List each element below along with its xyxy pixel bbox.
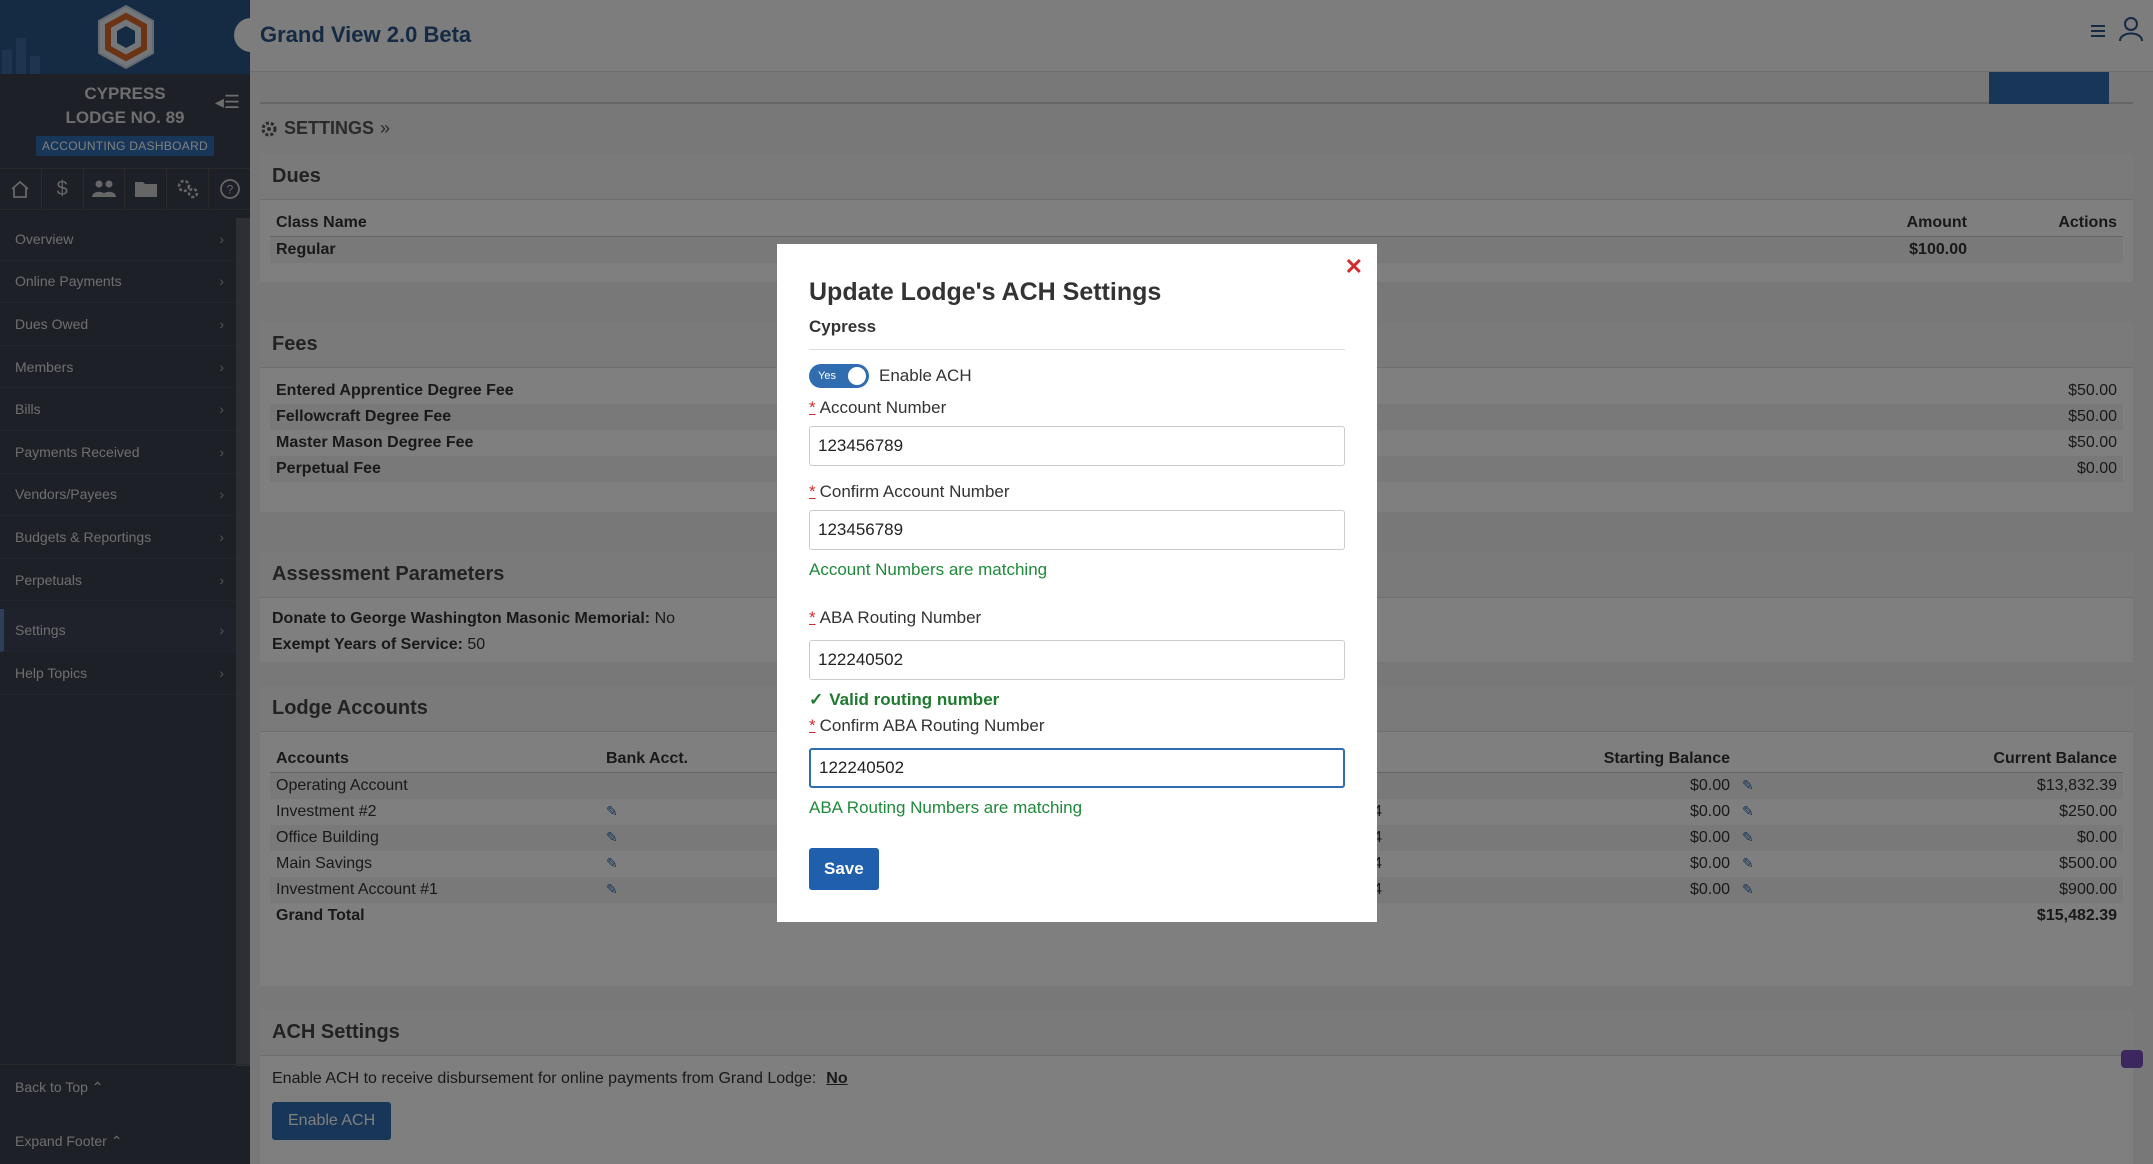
routing-match-message: ABA Routing Numbers are matching	[809, 798, 1083, 817]
required-marker: *	[809, 398, 816, 417]
required-marker: *	[809, 716, 816, 735]
routing-valid-text: Valid routing number	[829, 690, 1000, 709]
toggle-knob	[848, 367, 866, 385]
required-marker: *	[809, 608, 816, 627]
confirm-routing-number-input[interactable]	[809, 748, 1345, 788]
checkmark-icon: ✓	[809, 690, 824, 709]
confirm-account-number-input[interactable]	[809, 510, 1345, 550]
ach-settings-modal: ✕ Update Lodge's ACH Settings Cypress Ye…	[777, 244, 1377, 922]
enable-ach-label: Enable ACH	[879, 366, 972, 385]
account-match-message: Account Numbers are matching	[809, 560, 1048, 579]
routing-valid-message: ✓ Valid routing number	[809, 690, 1345, 710]
toggle-state-label: Yes	[818, 370, 836, 382]
account-number-label-text: Account Number	[819, 398, 947, 417]
save-button[interactable]: Save	[809, 848, 879, 890]
routing-number-input[interactable]	[809, 640, 1345, 680]
enable-ach-toggle-row: Yes Enable ACH	[809, 364, 1345, 388]
modal-title: Update Lodge's ACH Settings	[809, 278, 1162, 306]
confirm-account-number-label: * Confirm Account Number	[809, 482, 1345, 502]
confirm-routing-number-label-text: Confirm ABA Routing Number	[819, 716, 1045, 735]
account-number-label: * Account Number	[809, 398, 1345, 418]
confirm-routing-number-label: * Confirm ABA Routing Number	[809, 716, 1345, 736]
required-marker: *	[809, 482, 816, 501]
account-number-input[interactable]	[809, 426, 1345, 466]
routing-number-label: * ABA Routing Number	[809, 608, 1345, 628]
modal-subtitle: Cypress	[809, 317, 1345, 350]
routing-number-label-text: ABA Routing Number	[819, 608, 982, 627]
confirm-account-number-label-text: Confirm Account Number	[819, 482, 1010, 501]
close-icon[interactable]: ✕	[1345, 254, 1363, 280]
enable-ach-toggle[interactable]: Yes	[809, 364, 869, 388]
